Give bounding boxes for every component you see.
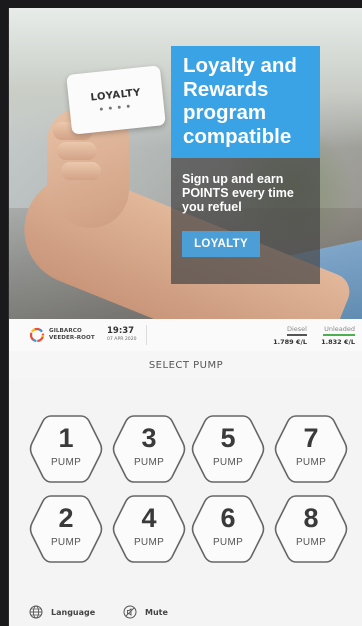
card-dots bbox=[99, 104, 130, 111]
header-divider bbox=[146, 325, 147, 345]
pump-number: 4 bbox=[141, 503, 157, 533]
mute-label: Mute bbox=[145, 607, 168, 617]
promo-title: Loyalty and Rewards program compatible bbox=[183, 54, 297, 148]
promo-banner[interactable]: LOYALTY Loyalty and Rewards program comp… bbox=[9, 8, 362, 319]
promo-info-box: Sign up and earn POINTS every time you r… bbox=[171, 158, 320, 284]
pump-label: PUMP bbox=[295, 537, 327, 548]
pump-label: PUMP bbox=[295, 457, 327, 468]
footer-bar: Language Mute bbox=[9, 599, 362, 626]
card-label: LOYALTY bbox=[90, 87, 142, 104]
pump-number: 7 bbox=[303, 423, 319, 453]
clock-time: 19:37 bbox=[107, 326, 135, 336]
kiosk-screen: LOYALTY Loyalty and Rewards program comp… bbox=[8, 8, 362, 626]
pump-label: PUMP bbox=[133, 537, 165, 548]
pump-label: PUMP bbox=[212, 457, 244, 468]
pump-button-3[interactable]: 3 PUMP bbox=[112, 413, 186, 485]
gilbarco-logo-icon bbox=[29, 327, 45, 343]
pump-button-8[interactable]: 8 PUMP bbox=[274, 493, 348, 565]
loyalty-card-image: LOYALTY bbox=[66, 65, 166, 135]
pump-button-5[interactable]: 5 PUMP bbox=[191, 413, 265, 485]
pump-grid: 1 PUMP 3 PUMP 5 PUMP 7 PUMP 2 PUMP 4 PUM… bbox=[9, 379, 362, 599]
globe-icon bbox=[29, 605, 43, 619]
pump-label: PUMP bbox=[133, 457, 165, 468]
mute-button[interactable]: Mute bbox=[123, 602, 168, 622]
loyalty-button[interactable]: LOYALTY bbox=[182, 231, 260, 257]
pump-number: 8 bbox=[303, 503, 319, 533]
brand-name: GILBARCO VEEDER-ROOT bbox=[49, 328, 95, 341]
promo-subtitle: Sign up and earn POINTS every time you r… bbox=[182, 172, 294, 214]
select-pump-title: SELECT PUMP bbox=[9, 351, 362, 380]
pump-number: 3 bbox=[141, 423, 157, 453]
fuel-price-diesel: Diesel 1.789 €/L bbox=[273, 325, 307, 346]
language-label: Language bbox=[51, 607, 96, 617]
status-header: GILBARCO VEEDER-ROOT 19:37 07 APR 2020 D… bbox=[9, 319, 362, 352]
pump-button-2[interactable]: 2 PUMP bbox=[29, 493, 103, 565]
promo-title-box: Loyalty and Rewards program compatible bbox=[171, 46, 320, 158]
pump-number: 6 bbox=[220, 503, 236, 533]
pump-number: 5 bbox=[220, 423, 236, 453]
pump-label: PUMP bbox=[50, 457, 82, 468]
language-button[interactable]: Language bbox=[29, 602, 95, 622]
pump-number: 1 bbox=[58, 423, 74, 453]
fuel-price-unleaded: Unleaded 1.832 €/L bbox=[321, 325, 355, 346]
pump-button-7[interactable]: 7 PUMP bbox=[274, 413, 348, 485]
pump-button-1[interactable]: 1 PUMP bbox=[29, 413, 103, 485]
pump-number: 2 bbox=[58, 503, 74, 533]
pump-button-6[interactable]: 6 PUMP bbox=[191, 493, 265, 565]
mute-icon bbox=[123, 605, 137, 619]
clock: 19:37 07 APR 2020 bbox=[107, 326, 137, 343]
pump-label: PUMP bbox=[50, 537, 82, 548]
pump-label: PUMP bbox=[212, 537, 244, 548]
clock-date: 07 APR 2020 bbox=[107, 337, 137, 342]
pump-button-4[interactable]: 4 PUMP bbox=[112, 493, 186, 565]
